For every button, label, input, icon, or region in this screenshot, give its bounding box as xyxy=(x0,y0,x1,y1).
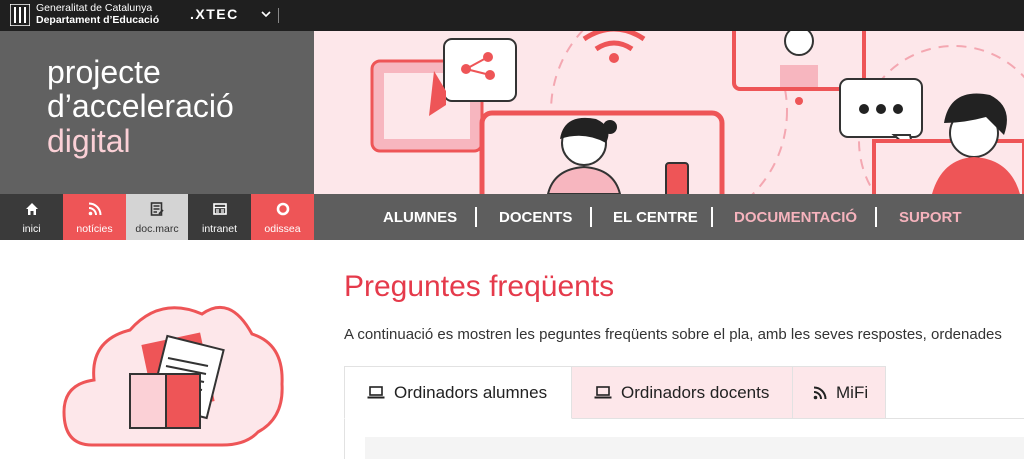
page-title: Preguntes freqüents xyxy=(344,270,615,303)
people-devices-illustration xyxy=(370,31,1024,194)
topbar-divider xyxy=(278,8,279,23)
xtec-logo[interactable]: .XTEC xyxy=(190,6,239,22)
menu-divider xyxy=(590,207,592,227)
site-title-line-1: projecte xyxy=(47,54,161,90)
laptop-icon xyxy=(594,386,612,399)
header-illustration xyxy=(314,31,1024,194)
menu-divider xyxy=(711,207,713,227)
gencat-logo-icon[interactable] xyxy=(10,4,30,26)
icon-nav-noticies[interactable]: notícies xyxy=(63,194,126,240)
intranet-icon xyxy=(212,203,227,215)
site-title-line-2: d’acceleració xyxy=(47,88,234,124)
menu-item-documentacio[interactable]: DOCUMENTACIÓ xyxy=(734,209,857,226)
menu-divider xyxy=(875,207,877,227)
intro-text: A continuació es mostren les peguntes fr… xyxy=(344,326,1002,343)
icon-nav-inici[interactable]: inici xyxy=(0,194,63,240)
icon-nav-intranet[interactable]: intranet xyxy=(188,194,251,240)
menu-divider xyxy=(475,207,477,227)
icon-nav-label: doc.marc xyxy=(135,223,179,235)
top-bar: Generalitat de Catalunya Departament d’E… xyxy=(0,0,1024,31)
menu-item-alumnes[interactable]: ALUMNES xyxy=(383,209,457,226)
tab-label: Ordinadors docents xyxy=(621,383,770,402)
document-edit-icon xyxy=(150,202,164,216)
icon-nav-label: inici xyxy=(22,223,41,235)
tab-mifi[interactable]: MiFi xyxy=(792,366,886,419)
rss-icon xyxy=(88,202,101,216)
org-line-1: Generalitat de Catalunya xyxy=(36,2,153,14)
org-line-2: Departament d’Educació xyxy=(36,13,160,26)
site-title-line-3: digital xyxy=(47,123,131,159)
icon-nav-label: notícies xyxy=(76,223,113,235)
menu-item-docents[interactable]: DOCENTS xyxy=(499,209,572,226)
site-title-block[interactable]: projecte d’acceleració digital xyxy=(0,31,314,194)
main-menu: ALUMNES DOCENTS EL CENTRE DOCUMENTACIÓ S… xyxy=(314,194,1024,240)
icon-nav-doc-marc[interactable]: doc.marc xyxy=(126,194,188,240)
icon-nav-odissea[interactable]: odissea xyxy=(251,194,314,240)
menu-item-el-centre[interactable]: EL CENTRE xyxy=(613,209,698,226)
home-icon xyxy=(25,203,38,215)
icon-nav-label: intranet xyxy=(201,223,238,235)
tab-label: Ordinadors alumnes xyxy=(394,383,548,402)
gencat-name[interactable]: Generalitat de Catalunya Departament d’E… xyxy=(36,2,160,26)
faq-list-area xyxy=(365,437,1024,459)
laptop-icon xyxy=(367,386,385,399)
icon-nav: inici notícies doc.marc intranet odissea xyxy=(0,194,314,240)
menu-item-suport[interactable]: SUPORT xyxy=(899,209,962,226)
odissea-ring-icon xyxy=(276,202,289,216)
wifi-signal-icon xyxy=(813,386,827,400)
tab-ordinadors-docents[interactable]: Ordinadors docents xyxy=(571,366,793,419)
cloud-documents-icon xyxy=(62,305,284,447)
tab-panel xyxy=(344,419,1024,459)
tab-ordinadors-alumnes[interactable]: Ordinadors alumnes xyxy=(344,366,572,419)
tab-label: MiFi xyxy=(836,383,869,402)
icon-nav-label: odissea xyxy=(264,223,301,235)
chevron-down-icon[interactable] xyxy=(260,8,272,20)
